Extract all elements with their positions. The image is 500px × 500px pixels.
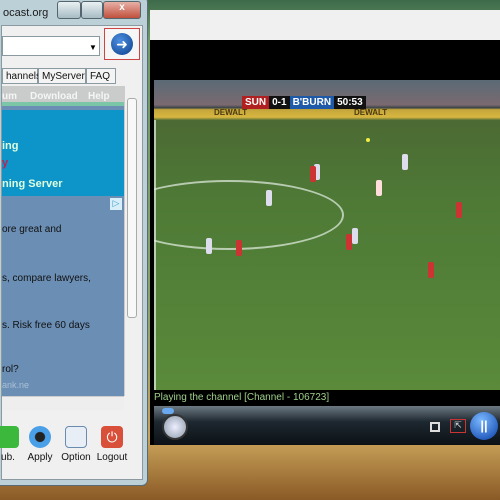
checklist-icon xyxy=(65,426,87,448)
minimize-button[interactable] xyxy=(57,1,81,19)
button-label: Option xyxy=(61,452,91,463)
web-nav: um Download Help xyxy=(2,86,124,106)
button-label: Logout xyxy=(96,452,128,463)
ad-text[interactable]: s. Risk free 60 days xyxy=(2,320,90,331)
arrow-right-icon: ➜ xyxy=(111,33,133,55)
player xyxy=(236,240,242,256)
video-area[interactable]: SUN 0-1 B'BURN 50:53 DEWALT DEWALT xyxy=(154,80,500,390)
banner: ing y ning Server xyxy=(2,110,124,196)
apply-button[interactable]: Apply xyxy=(20,426,60,463)
horizontal-scrollbar[interactable] xyxy=(2,396,124,410)
control-bar: ⇱ || xyxy=(154,406,500,445)
player xyxy=(352,228,358,244)
scroll-thumb[interactable] xyxy=(127,98,137,318)
speaker-icon xyxy=(29,426,51,448)
adchoices-icon[interactable]: ▷ xyxy=(110,198,122,210)
player xyxy=(428,262,434,278)
ad-text[interactable]: s, compare lawyers, xyxy=(2,273,91,284)
ball xyxy=(366,138,370,142)
player xyxy=(402,154,408,170)
restore-icon[interactable] xyxy=(430,422,440,432)
player xyxy=(266,190,272,206)
player-titlebar xyxy=(150,10,500,40)
web-panel: um Download Help ing y ning Server ▷ ore… xyxy=(2,86,124,396)
ad-text[interactable]: ore great and xyxy=(2,224,62,235)
plus-icon xyxy=(0,426,19,448)
scoreboard: SUN 0-1 B'BURN 50:53 xyxy=(242,96,366,109)
ad-url[interactable]: ank.ne xyxy=(2,380,29,390)
window-body: ▼ ➜ hannels MyServer FAQ um Download Hel… xyxy=(0,25,143,480)
sopcast-logo-icon[interactable] xyxy=(162,414,188,440)
sopcast-window: ocast.org x ▼ ➜ hannels MyServer FAQ um … xyxy=(0,0,148,486)
go-button[interactable]: ➜ xyxy=(104,28,140,60)
close-button[interactable]: x xyxy=(103,1,141,19)
banner-line: ing xyxy=(2,140,19,152)
player xyxy=(310,166,316,182)
banner-line: y xyxy=(2,157,9,169)
video-player-window: SUN 0-1 B'BURN 50:53 DEWALT DEWALT Playi… xyxy=(150,10,500,445)
ad-text[interactable]: rol? xyxy=(2,364,19,375)
banner-line: ning Server xyxy=(2,178,63,190)
power-icon: ⏻ xyxy=(101,426,123,448)
maximize-button[interactable] xyxy=(81,1,103,19)
button-label: ub. xyxy=(1,452,15,463)
button-label: Apply xyxy=(27,452,53,463)
chevron-down-icon[interactable]: ▼ xyxy=(89,43,97,52)
player xyxy=(206,238,212,254)
player xyxy=(376,180,382,196)
touchline xyxy=(154,120,156,390)
away-team: B'BURN xyxy=(289,96,335,109)
player xyxy=(456,202,462,218)
pause-button[interactable]: || xyxy=(470,412,498,440)
seek-slider[interactable] xyxy=(162,408,174,414)
nav-download[interactable]: Download xyxy=(30,91,78,102)
tab-myserver[interactable]: MyServer xyxy=(38,68,86,84)
fullscreen-icon[interactable]: ⇱ xyxy=(450,419,466,433)
logout-button[interactable]: ⏻ Logout xyxy=(92,426,132,463)
tab-channels[interactable]: hannels xyxy=(2,68,41,84)
status-text: Playing the channel [Channel - 106723] xyxy=(154,392,330,403)
ad-board: DEWALT xyxy=(354,108,388,117)
centre-circle xyxy=(154,180,344,250)
nav-help[interactable]: Help xyxy=(88,91,110,102)
vertical-scrollbar[interactable] xyxy=(124,86,138,396)
ad-board: DEWALT xyxy=(214,108,248,117)
nav-forum[interactable]: um xyxy=(2,91,17,102)
score: 0-1 xyxy=(269,96,290,109)
channel-address-input[interactable]: ▼ xyxy=(2,36,100,56)
tab-faq[interactable]: FAQ xyxy=(86,68,116,84)
option-button[interactable]: Option xyxy=(56,426,96,463)
